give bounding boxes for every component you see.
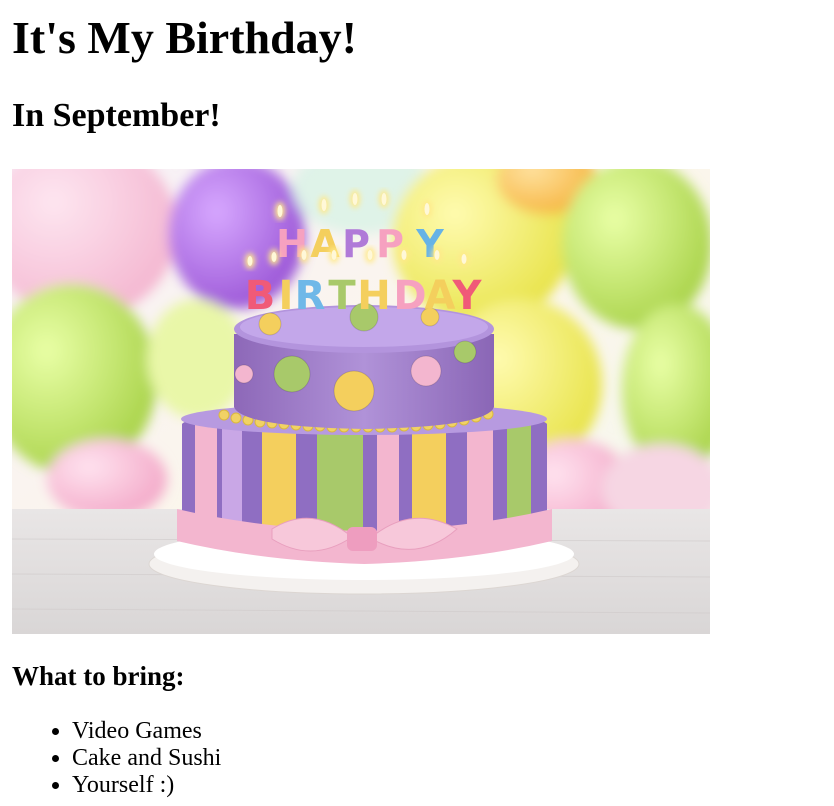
- birthday-cake-photo-icon: H A P P Y B I R T H D A Y: [12, 169, 710, 634]
- birthday-cake-image: H A P P Y B I R T H D A Y: [12, 169, 710, 634]
- svg-text:Y: Y: [452, 273, 483, 319]
- svg-text:P: P: [342, 222, 370, 266]
- svg-text:H: H: [357, 273, 390, 319]
- bring-list: Video Games Cake and Sushi Yourself :): [0, 718, 221, 799]
- list-item: Cake and Sushi: [72, 745, 221, 772]
- page-subtitle: In September!: [12, 97, 221, 134]
- svg-text:T: T: [328, 273, 356, 319]
- svg-text:B: B: [245, 273, 276, 319]
- list-item: Yourself :): [72, 772, 221, 799]
- list-item: Video Games: [72, 718, 221, 745]
- svg-text:A: A: [425, 273, 456, 319]
- svg-text:R: R: [295, 273, 326, 319]
- what-to-bring-heading: What to bring:: [12, 661, 185, 691]
- svg-text:D: D: [393, 273, 426, 319]
- svg-text:P: P: [376, 222, 404, 266]
- svg-text:I: I: [279, 273, 294, 319]
- page-title: It's My Birthday!: [12, 12, 357, 63]
